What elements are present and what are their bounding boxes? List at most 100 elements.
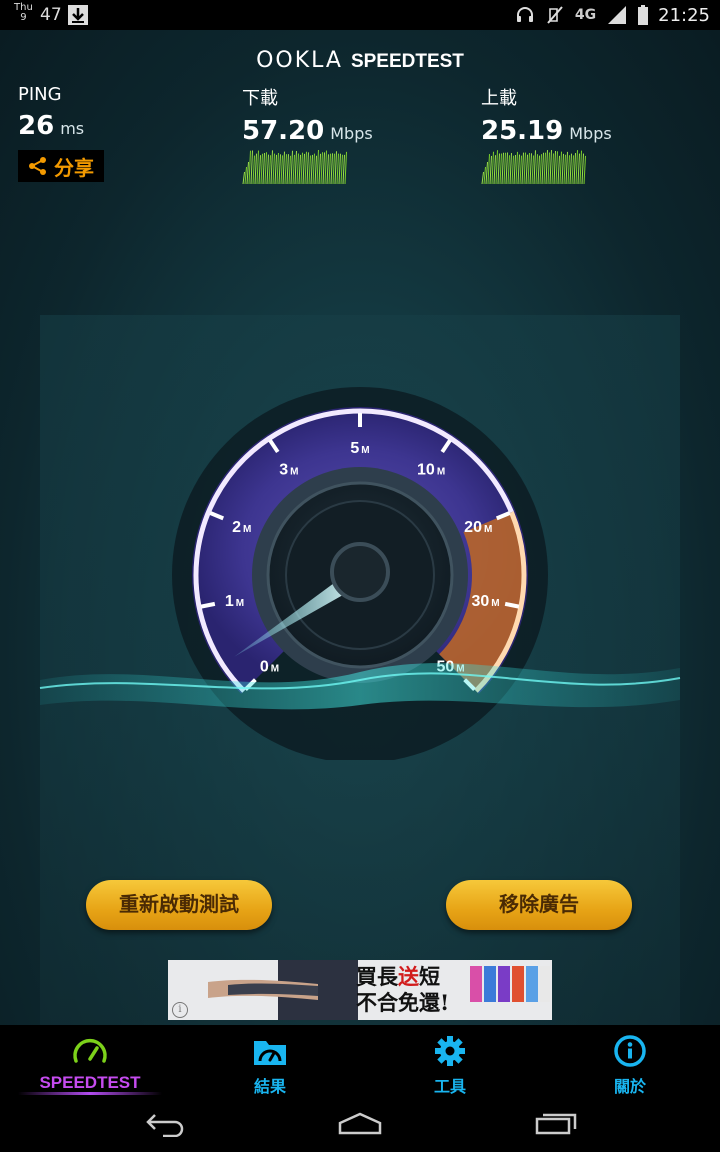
recent-apps-icon[interactable] xyxy=(534,1111,578,1135)
ping-metric: PING 26 ms xyxy=(18,84,84,141)
status-date: Thu 9 xyxy=(14,3,33,23)
tab-about[interactable]: 關於 xyxy=(540,1025,720,1097)
back-icon[interactable] xyxy=(145,1111,187,1137)
graph-bar xyxy=(517,154,520,184)
graph-bar xyxy=(284,154,287,184)
gauge-tick-mark xyxy=(504,601,520,609)
graph-bar xyxy=(260,153,263,184)
graph-bar xyxy=(244,166,247,184)
graph-bar xyxy=(264,152,267,184)
share-button[interactable]: 分享 xyxy=(18,150,104,182)
graph-bar xyxy=(573,153,576,184)
graph-bar xyxy=(489,155,492,184)
graph-bar xyxy=(555,151,558,184)
graph-bar xyxy=(575,150,578,184)
ping-value: 26 xyxy=(18,111,55,141)
graph-bar xyxy=(300,152,303,184)
home-icon[interactable] xyxy=(337,1111,383,1135)
graph-bar xyxy=(501,152,504,184)
graph-bar xyxy=(553,150,556,184)
graph-bar xyxy=(485,161,488,184)
graph-bar xyxy=(551,153,554,184)
graph-bar xyxy=(523,152,526,184)
ping-label: PING xyxy=(18,84,62,105)
mute-icon xyxy=(547,6,563,24)
graph-bar xyxy=(340,154,343,184)
status-date-num: 9 xyxy=(20,12,27,23)
graph-bar xyxy=(521,152,524,184)
tab-speedtest[interactable]: SPEEDTEST xyxy=(0,1025,180,1097)
graph-bar xyxy=(519,155,522,184)
ad-line2: 不合免還! xyxy=(356,990,450,1015)
graph-bar xyxy=(282,151,285,184)
graph-bar xyxy=(487,154,490,184)
graph-bar xyxy=(563,154,566,184)
restart-test-button[interactable]: 重新啟動測試 xyxy=(86,880,272,930)
download-unit: Mbps xyxy=(330,124,373,143)
graph-bar xyxy=(334,151,337,184)
graph-bar xyxy=(513,154,516,184)
graph-bar xyxy=(266,154,269,184)
graph-bar xyxy=(545,150,548,184)
graph-bar xyxy=(561,153,564,184)
graph-bar xyxy=(248,150,251,184)
active-tab-indicator xyxy=(18,1092,162,1095)
logo-ookla: OOKLA xyxy=(256,48,343,73)
graph-bar xyxy=(288,155,291,184)
graph-bar xyxy=(537,155,540,184)
results-folder-icon xyxy=(254,1041,286,1065)
graph-bar xyxy=(262,152,265,184)
upload-speed-graph xyxy=(481,150,586,184)
share-label: 分享 xyxy=(54,155,94,180)
ookla-speedtest-logo: OOKLA SPEEDTEST xyxy=(0,48,720,73)
graph-bar xyxy=(511,155,514,184)
graph-bar xyxy=(549,150,552,184)
download-label: 下載 xyxy=(242,88,278,109)
tab-results[interactable]: 結果 xyxy=(180,1025,360,1097)
bottom-nav: SPEEDTEST 結果 工具 關於 xyxy=(0,1025,720,1097)
ad-text: 買長送短 不合免還! xyxy=(356,964,449,1016)
graph-bar xyxy=(533,150,536,184)
share-icon xyxy=(29,157,46,175)
graph-bar xyxy=(481,171,484,184)
graph-bar xyxy=(543,152,546,184)
graph-bar xyxy=(254,153,257,184)
graph-bar xyxy=(581,153,584,184)
graph-bar xyxy=(270,150,273,184)
ad-line1-a: 買長 xyxy=(356,964,398,989)
graph-bar xyxy=(499,153,502,184)
signal-icon xyxy=(608,6,627,24)
graph-bar xyxy=(503,152,506,184)
tab-tools[interactable]: 工具 xyxy=(360,1025,540,1097)
graph-bar xyxy=(294,150,297,184)
ad-line1-red: 送 xyxy=(398,964,419,989)
graph-bar xyxy=(268,155,271,184)
ad-banner[interactable]: 買長送短 不合免還! i xyxy=(168,960,552,1020)
upload-unit: Mbps xyxy=(569,124,612,143)
download-metric: 下載 57.20 Mbps xyxy=(242,84,373,146)
graph-bar xyxy=(483,166,486,184)
ad-info-icon[interactable]: i xyxy=(172,1002,188,1018)
ad-line1-b: 短 xyxy=(419,964,440,989)
graph-bar xyxy=(292,154,295,184)
upload-label: 上載 xyxy=(481,88,517,109)
graph-bar xyxy=(246,161,249,184)
graph-bar xyxy=(493,155,496,184)
graph-bar xyxy=(535,154,538,184)
graph-bar xyxy=(577,153,580,184)
graph-bar xyxy=(280,155,283,184)
graph-bar xyxy=(583,155,586,184)
graph-bar xyxy=(559,151,562,184)
tab-speedtest-label: SPEEDTEST xyxy=(39,1073,141,1092)
battery-icon xyxy=(638,5,649,25)
graph-bar xyxy=(298,154,301,184)
upload-metric: 上載 25.19 Mbps xyxy=(481,84,612,146)
graph-bar xyxy=(505,152,508,184)
graph-bar xyxy=(539,154,542,184)
ping-unit: ms xyxy=(60,119,85,138)
graph-bar xyxy=(320,152,323,184)
graph-bar xyxy=(569,153,572,184)
remove-ads-button[interactable]: 移除廣告 xyxy=(446,880,632,930)
graph-bar xyxy=(318,153,321,184)
graph-bar xyxy=(250,150,253,184)
